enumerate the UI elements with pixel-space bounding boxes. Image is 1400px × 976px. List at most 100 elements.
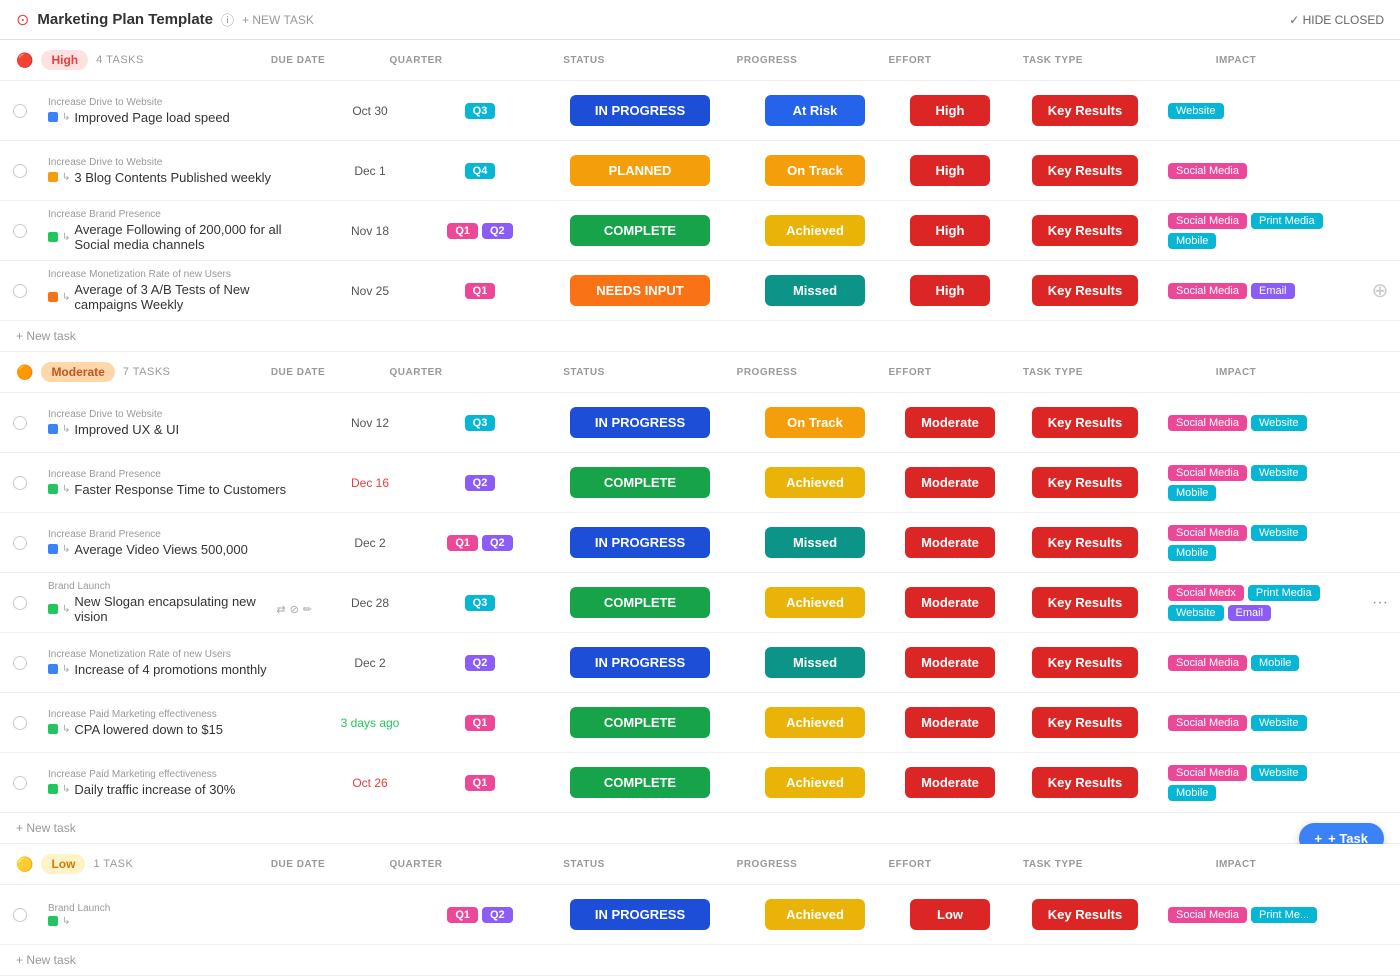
block-icon[interactable]: ⊘ [290,603,299,616]
task-checkbox[interactable] [13,224,27,238]
effort-badge[interactable]: Moderate [905,707,995,738]
task-checkbox[interactable] [13,164,27,178]
add-task-row[interactable]: + New task [0,945,1400,976]
progress-badge[interactable]: At Risk [765,95,865,126]
more-options-btn[interactable]: ··· [1372,594,1388,612]
quarter-badge[interactable]: Q2 [465,655,496,671]
impact-tag[interactable]: Email [1228,605,1272,621]
impact-tag[interactable]: Website [1251,765,1307,781]
type-badge[interactable]: Key Results [1032,467,1138,498]
effort-badge[interactable]: Moderate [905,527,995,558]
effort-badge[interactable]: Low [910,899,990,930]
task-checkbox[interactable] [13,776,27,790]
status-badge[interactable]: NEEDS INPUT [570,275,710,306]
quarter-badge[interactable]: Q2 [482,907,513,923]
impact-tag[interactable]: Social Media [1168,715,1247,731]
impact-tag[interactable]: Social Medx [1168,585,1244,601]
impact-tag[interactable]: Print Media [1251,213,1323,229]
section-toggle-moderate[interactable]: 🟠 [16,364,33,381]
type-badge[interactable]: Key Results [1032,899,1138,930]
status-badge[interactable]: IN PROGRESS [570,647,710,678]
task-checkbox[interactable] [13,596,27,610]
impact-tag[interactable]: Website [1168,103,1224,119]
impact-tag[interactable]: Mobile [1168,485,1216,501]
impact-tag[interactable]: Social Media [1168,907,1247,923]
effort-badge[interactable]: High [910,215,990,246]
task-checkbox[interactable] [13,104,27,118]
add-task-row[interactable]: + New task [0,813,1400,844]
impact-tag[interactable]: Social Media [1168,213,1247,229]
progress-badge[interactable]: Missed [765,275,865,306]
impact-tag[interactable]: Social Media [1168,655,1247,671]
status-badge[interactable]: COMPLETE [570,767,710,798]
impact-tag[interactable]: Website [1251,525,1307,541]
quarter-badge[interactable]: Q1 [465,715,496,731]
type-badge[interactable]: Key Results [1032,407,1138,438]
impact-tag[interactable]: Print Media [1248,585,1320,601]
type-badge[interactable]: Key Results [1032,767,1138,798]
impact-tag[interactable]: Mobile [1168,545,1216,561]
effort-badge[interactable]: High [910,95,990,126]
impact-tag[interactable]: Social Media [1168,465,1247,481]
progress-badge[interactable]: Achieved [765,215,865,246]
task-checkbox[interactable] [13,416,27,430]
quarter-badge[interactable]: Q3 [465,595,496,611]
status-badge[interactable]: IN PROGRESS [570,899,710,930]
impact-tag[interactable]: Social Media [1168,283,1247,299]
status-badge[interactable]: IN PROGRESS [570,407,710,438]
quarter-badge[interactable]: Q2 [465,475,496,491]
impact-tag[interactable]: Mobile [1168,785,1216,801]
effort-badge[interactable]: High [910,155,990,186]
status-badge[interactable]: IN PROGRESS [570,95,710,126]
task-checkbox[interactable] [13,476,27,490]
quarter-badge[interactable]: Q1 [465,283,496,299]
quarter-badge[interactable]: Q1 [447,223,478,239]
effort-badge[interactable]: Moderate [905,407,995,438]
type-badge[interactable]: Key Results [1032,95,1138,126]
status-badge[interactable]: COMPLETE [570,707,710,738]
info-icon[interactable]: ⓘ [221,10,234,29]
impact-tag[interactable]: Social Media [1168,415,1247,431]
status-badge[interactable]: COMPLETE [570,467,710,498]
effort-badge[interactable]: Moderate [905,767,995,798]
impact-tag[interactable]: Print Me... [1251,907,1317,923]
impact-tag[interactable]: Website [1251,465,1307,481]
status-badge[interactable]: PLANNED [570,155,710,186]
type-badge[interactable]: Key Results [1032,275,1138,306]
type-badge[interactable]: Key Results [1032,647,1138,678]
quarter-badge[interactable]: Q2 [482,535,513,551]
quarter-badge[interactable]: Q3 [465,103,496,119]
impact-tag[interactable]: Social Media [1168,765,1247,781]
impact-tag[interactable]: Social Media [1168,525,1247,541]
hide-closed-btn[interactable]: ✓ HIDE CLOSED [1289,13,1384,27]
type-badge[interactable]: Key Results [1032,155,1138,186]
effort-badge[interactable]: High [910,275,990,306]
type-badge[interactable]: Key Results [1032,215,1138,246]
impact-tag[interactable]: Website [1251,715,1307,731]
progress-badge[interactable]: Achieved [765,899,865,930]
impact-tag[interactable]: Mobile [1251,655,1299,671]
quarter-badge[interactable]: Q3 [465,415,496,431]
task-checkbox[interactable] [13,536,27,550]
impact-tag[interactable]: Website [1251,415,1307,431]
progress-badge[interactable]: On Track [765,155,865,186]
type-badge[interactable]: Key Results [1032,587,1138,618]
add-task-btn[interactable]: ⊕ [1372,278,1389,303]
impact-tag[interactable]: Mobile [1168,233,1216,249]
task-checkbox[interactable] [13,716,27,730]
quarter-badge[interactable]: Q1 [447,907,478,923]
type-badge[interactable]: Key Results [1032,527,1138,558]
effort-badge[interactable]: Moderate [905,467,995,498]
add-task-row[interactable]: + New task [0,321,1400,352]
status-badge[interactable]: COMPLETE [570,215,710,246]
progress-badge[interactable]: Achieved [765,707,865,738]
type-badge[interactable]: Key Results [1032,707,1138,738]
task-checkbox[interactable] [13,908,27,922]
edit-icon[interactable]: ✏ [303,603,312,616]
impact-tag[interactable]: Email [1251,283,1295,299]
link-icon[interactable]: ⇄ [276,603,285,616]
impact-tag[interactable]: Website [1168,605,1224,621]
progress-badge[interactable]: Missed [765,527,865,558]
task-checkbox[interactable] [13,656,27,670]
quarter-badge[interactable]: Q1 [447,535,478,551]
